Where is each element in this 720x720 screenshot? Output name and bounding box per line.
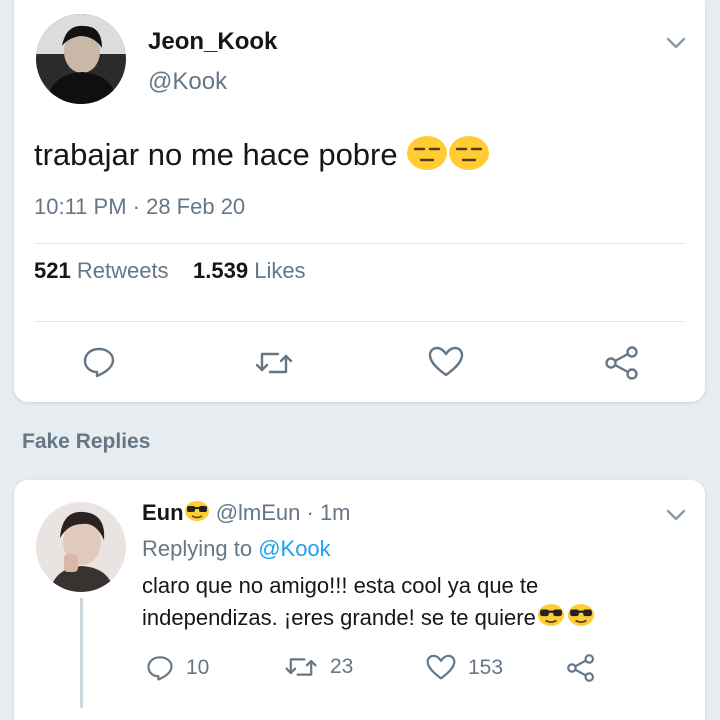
reply-icon <box>83 347 115 378</box>
retweet-count: 23 <box>330 655 354 678</box>
reply-header: Eun @lmEun · 1m <box>142 500 351 528</box>
retweets-label[interactable]: Retweets <box>77 258 169 283</box>
avatar[interactable] <box>36 502 126 592</box>
retweet-icon <box>255 352 293 374</box>
reply-button[interactable] <box>82 346 116 378</box>
sunglasses-face-icon <box>566 603 596 636</box>
reply-reply-button[interactable]: 10 <box>146 654 209 682</box>
reply-share-button[interactable] <box>566 654 596 682</box>
sunglasses-face-icon <box>184 500 210 528</box>
share-button[interactable] <box>604 346 640 380</box>
heart-icon <box>426 654 456 680</box>
tweet-text: trabajar no me hace pobre <box>34 135 490 179</box>
replying-to: Replying to @Kook <box>142 536 331 562</box>
unamused-face-icon <box>406 135 448 179</box>
tweet-timestamp[interactable]: 10:11 PM · 28 Feb 20 <box>34 194 245 220</box>
chevron-down-icon[interactable] <box>666 508 686 522</box>
divider <box>34 321 685 322</box>
replying-prefix: Replying to <box>142 536 259 561</box>
heart-icon <box>428 346 464 377</box>
sunglasses-face-icon <box>536 603 566 636</box>
tweet-stats: 521 Retweets 1.539 Likes <box>34 258 306 284</box>
thread-line <box>80 598 83 708</box>
retweet-button[interactable] <box>254 348 294 378</box>
share-icon <box>605 346 638 380</box>
tweet-text-content: trabajar no me hace pobre <box>34 137 398 173</box>
section-label: Fake Replies <box>22 430 151 453</box>
reply-count: 10 <box>186 656 210 679</box>
retweets-count[interactable]: 521 <box>34 258 71 283</box>
like-button[interactable] <box>428 346 464 378</box>
reply-retweet-button[interactable]: 23 <box>284 654 353 680</box>
reply-display-name[interactable]: Eun <box>142 500 184 525</box>
likes-label[interactable]: Likes <box>254 258 305 283</box>
display-name[interactable]: Jeon_Kook <box>148 28 277 56</box>
unamused-face-icon <box>448 135 490 179</box>
replying-mention[interactable]: @Kook <box>258 536 330 561</box>
reply-text-content: claro que no amigo!!! esta cool ya que t… <box>142 573 539 630</box>
chevron-down-icon[interactable] <box>666 36 686 50</box>
reply-text: claro que no amigo!!! esta cool ya que t… <box>142 570 672 636</box>
avatar[interactable] <box>36 14 126 104</box>
retweet-icon <box>285 658 317 676</box>
reply-icon <box>147 656 173 681</box>
reply-like-button[interactable]: 153 <box>426 654 503 681</box>
reply-card[interactable]: Eun @lmEun · 1m Replying to @Kook claro … <box>14 480 705 720</box>
likes-count[interactable]: 1.539 <box>193 258 248 283</box>
share-icon <box>567 654 595 682</box>
reply-handle[interactable]: @lmEun <box>216 500 301 525</box>
tweet-card[interactable]: Jeon_Kook @Kook trabajar no me hace pobr… <box>14 0 705 402</box>
like-count: 153 <box>468 655 504 679</box>
reply-time: · 1m <box>300 500 351 525</box>
divider <box>34 243 685 244</box>
user-handle[interactable]: @Kook <box>148 68 227 96</box>
